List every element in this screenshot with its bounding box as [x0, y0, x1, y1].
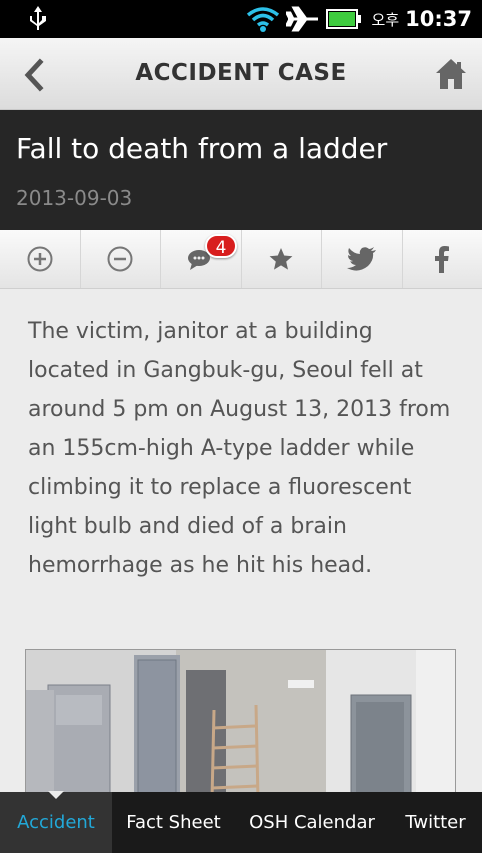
tab-fact-sheet[interactable]: Fact Sheet	[112, 792, 235, 853]
usb-icon	[30, 6, 46, 30]
airplane-icon	[285, 6, 318, 32]
article-date: 2013-09-03	[16, 186, 133, 210]
comment-count-badge: 4	[205, 234, 237, 258]
zoom-out-button[interactable]	[81, 230, 161, 288]
article-title: Fall to death from a ladder	[16, 132, 388, 165]
facebook-share-button[interactable]	[403, 230, 482, 288]
page-title: ACCIDENT CASE	[135, 60, 347, 86]
status-bar: 오후 10:37	[0, 0, 482, 38]
tab-osh-calendar[interactable]: OSH Calendar	[235, 792, 389, 853]
zoom-out-icon	[107, 246, 133, 272]
tab-accident[interactable]: Accident	[0, 791, 112, 853]
article-photo	[25, 649, 456, 799]
status-clock: 10:37	[405, 7, 472, 31]
battery-icon	[325, 9, 361, 29]
favorite-button[interactable]	[242, 230, 322, 288]
article-toolbar: 4	[0, 230, 482, 289]
article-body: The victim, janitor at a building locate…	[28, 319, 451, 578]
ladder-scene-image	[26, 650, 455, 798]
zoom-in-button[interactable]	[0, 230, 81, 288]
article-header: Fall to death from a ladder 2013-09-03	[0, 110, 482, 230]
twitter-share-button[interactable]	[322, 230, 403, 288]
facebook-icon	[435, 246, 450, 273]
home-icon[interactable]	[434, 56, 468, 92]
zoom-in-icon	[27, 246, 53, 272]
app-header: ACCIDENT CASE	[0, 38, 482, 110]
twitter-icon	[346, 247, 376, 271]
tab-twitter[interactable]: Twitter	[389, 792, 482, 853]
status-ampm: 오후	[371, 10, 400, 29]
star-icon	[269, 248, 293, 270]
wifi-icon	[246, 7, 279, 32]
comments-button[interactable]: 4	[161, 230, 242, 288]
bottom-tab-bar: Accident Fact Sheet OSH Calendar Twitter	[0, 791, 482, 853]
